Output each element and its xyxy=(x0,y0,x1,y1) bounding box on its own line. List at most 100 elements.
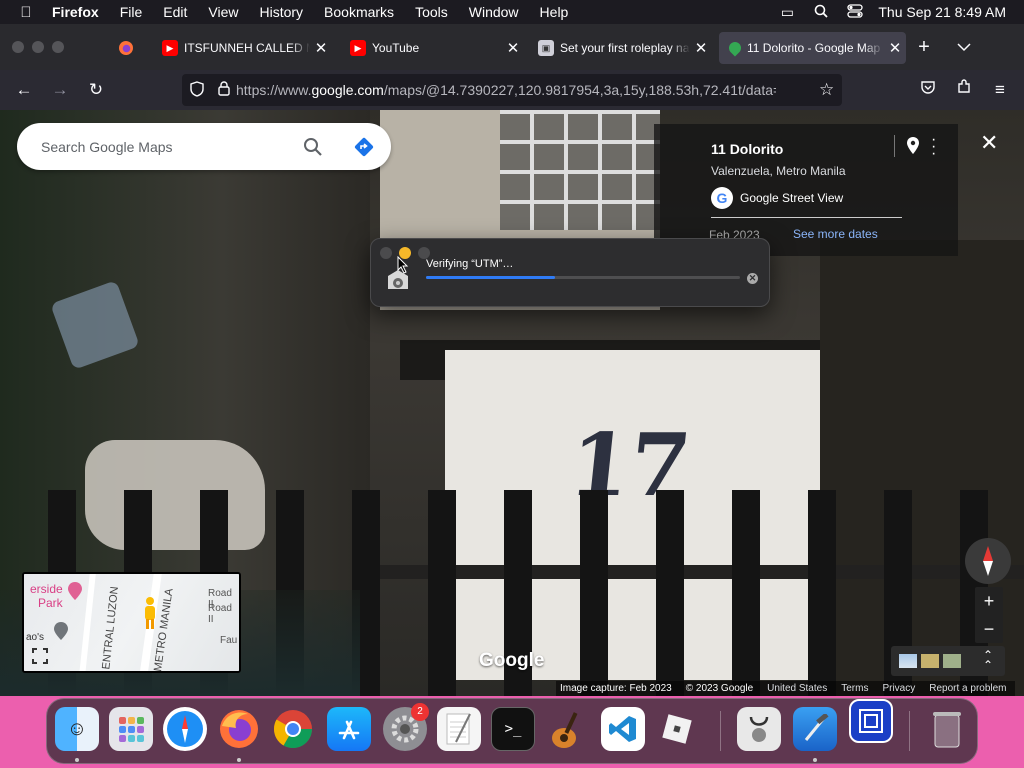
menu-edit[interactable]: Edit xyxy=(163,4,187,20)
place-pin-icon xyxy=(54,622,68,645)
terms-link[interactable]: Terms xyxy=(841,683,868,694)
apple-menu-icon[interactable]:  xyxy=(0,4,52,21)
location-pin-icon[interactable] xyxy=(907,137,919,159)
pocket-icon[interactable] xyxy=(916,78,940,102)
expand-map-icon[interactable] xyxy=(32,648,48,669)
dock-separator xyxy=(720,711,721,751)
dock-launchpad-icon[interactable] xyxy=(109,707,153,751)
dock-textedit-icon[interactable] xyxy=(437,707,481,751)
dock-screens-icon[interactable] xyxy=(849,699,893,743)
bookmark-star-icon[interactable]: ☆ xyxy=(819,80,834,100)
place-title: 11 Dolorito xyxy=(711,141,784,157)
compass-icon xyxy=(983,546,993,576)
menu-clock[interactable]: Thu Sep 21 8:49 AM xyxy=(878,4,1006,20)
extensions-icon[interactable] xyxy=(952,78,976,102)
window-minimize-button[interactable] xyxy=(32,41,44,53)
dock-safari-icon[interactable] xyxy=(163,707,207,751)
firefox-view-button[interactable] xyxy=(106,32,146,64)
lock-icon[interactable] xyxy=(218,81,230,99)
tab-strip: ▶ ITSFUNNEH CALLED ME ✕ ▶ YouTube ✕ ▣ Se… xyxy=(0,24,1024,70)
tab-roleplay[interactable]: ▣ Set your first roleplay na ✕ xyxy=(528,32,712,64)
control-center-icon[interactable] xyxy=(838,3,872,21)
close-street-view-icon[interactable]: ✕ xyxy=(980,130,998,156)
menu-app-firefox[interactable]: Firefox xyxy=(52,4,99,20)
tab-itsfunneh[interactable]: ▶ ITSFUNNEH CALLED ME ✕ xyxy=(152,32,332,64)
search-input[interactable] xyxy=(41,138,291,155)
dock-trash-icon[interactable] xyxy=(925,707,969,751)
sky-thumbnail[interactable] xyxy=(899,654,917,668)
dock-vscode-icon[interactable] xyxy=(601,707,645,751)
window-close-button[interactable] xyxy=(12,41,24,53)
map-label: erside xyxy=(30,582,63,596)
tab-close-icon[interactable]: ✕ xyxy=(310,39,332,57)
firefox-icon xyxy=(119,41,133,55)
tab-close-icon[interactable]: ✕ xyxy=(884,39,906,57)
url-bar[interactable]: https://www.google.com/maps/@14.7390227,… xyxy=(182,74,842,106)
back-arrow-icon[interactable]: ← xyxy=(12,78,36,102)
maps-icon xyxy=(726,39,744,57)
menu-bookmarks[interactable]: Bookmarks xyxy=(324,4,394,20)
spotlight-search-icon[interactable] xyxy=(804,4,838,21)
menu-help[interactable]: Help xyxy=(540,4,569,20)
youtube-icon: ▶ xyxy=(162,40,178,56)
menu-file[interactable]: File xyxy=(120,4,143,20)
directions-icon[interactable] xyxy=(353,136,375,163)
screen-mirroring-icon[interactable]: ▭ xyxy=(770,4,804,21)
street-view-viewport[interactable]: 17 11 Dolorito Valenzuela, Metro Manila … xyxy=(0,110,1024,696)
dock-system-settings-icon[interactable]: 2 xyxy=(383,703,429,751)
tab-google-maps[interactable]: 11 Dolorito - Google Map ✕ xyxy=(719,32,906,64)
window-zoom-button[interactable] xyxy=(52,41,64,53)
house-number: 17 xyxy=(564,415,695,516)
see-more-dates-link[interactable]: See more dates xyxy=(793,227,878,241)
menu-bar:  Firefox File Edit View History Bookmar… xyxy=(0,0,1024,24)
dock-terminal-icon[interactable]: >_ xyxy=(491,707,535,751)
cancel-verify-icon[interactable]: ✕ xyxy=(747,273,758,284)
area-thumbnail[interactable] xyxy=(943,654,961,668)
zoom-in-button[interactable]: + xyxy=(975,587,1003,615)
tab-close-icon[interactable]: ✕ xyxy=(502,39,524,57)
cloth-scene xyxy=(85,440,265,550)
menu-history[interactable]: History xyxy=(259,4,303,20)
new-tab-icon[interactable]: + xyxy=(912,35,936,59)
list-all-tabs-icon[interactable] xyxy=(952,35,976,59)
forward-arrow-icon[interactable]: → xyxy=(48,78,72,102)
menu-view[interactable]: View xyxy=(208,4,238,20)
dock-firefox-icon[interactable] xyxy=(217,707,261,751)
dock-roblox-icon[interactable] xyxy=(655,707,699,751)
expand-up-icon[interactable]: ⌃ ⌃ xyxy=(983,649,993,671)
zoom-out-button[interactable]: − xyxy=(975,615,1003,643)
menu-window[interactable]: Window xyxy=(469,4,519,20)
street-view-source: G Google Street View xyxy=(711,187,843,209)
street-thumbnail[interactable] xyxy=(921,654,939,668)
compass-button[interactable] xyxy=(965,538,1011,584)
search-icon[interactable] xyxy=(303,137,323,162)
dock-app-store-icon[interactable] xyxy=(327,707,371,751)
menu-tools[interactable]: Tools xyxy=(415,4,448,20)
shield-icon[interactable] xyxy=(190,80,204,100)
map-label: Fau xyxy=(220,635,238,646)
imagery-thumbnails[interactable]: ⌃ ⌃ xyxy=(891,646,1005,676)
tab-close-icon[interactable]: ✕ xyxy=(690,39,712,57)
url-text[interactable]: https://www.google.com/maps/@14.7390227,… xyxy=(236,82,776,98)
dock-finder-icon[interactable]: ☺ xyxy=(55,707,99,751)
dock-disk-utility-icon[interactable] xyxy=(737,707,781,751)
dock-garageband-icon[interactable] xyxy=(545,707,589,751)
map-label: ao's xyxy=(26,632,45,643)
hamburger-menu-icon[interactable]: ≡ xyxy=(988,78,1012,102)
dialog-close-button[interactable] xyxy=(380,247,392,259)
mini-map[interactable]: erside Park Road II Road II ao's Fau ENT… xyxy=(22,572,241,673)
verifying-label: Verifying “UTM”… xyxy=(426,258,514,270)
dock-chrome-icon[interactable] xyxy=(271,707,315,751)
running-indicator xyxy=(237,758,241,762)
pegman-icon[interactable] xyxy=(140,596,160,637)
privacy-link[interactable]: Privacy xyxy=(882,683,915,694)
country-link[interactable]: United States xyxy=(767,683,827,694)
nav-toolbar: ← → ↻ https://www.google.com/maps/@14.73… xyxy=(0,70,1024,110)
park-pin-icon xyxy=(68,582,82,605)
reload-icon[interactable]: ↻ xyxy=(84,78,108,102)
tab-youtube[interactable]: ▶ YouTube ✕ xyxy=(340,32,524,64)
dock-xcode-icon[interactable] xyxy=(793,707,837,751)
map-footer: Image capture: Feb 2023 © 2023 Google Un… xyxy=(556,681,1015,696)
more-options-icon[interactable]: · · · xyxy=(931,132,936,162)
report-problem-link[interactable]: Report a problem xyxy=(929,683,1006,694)
